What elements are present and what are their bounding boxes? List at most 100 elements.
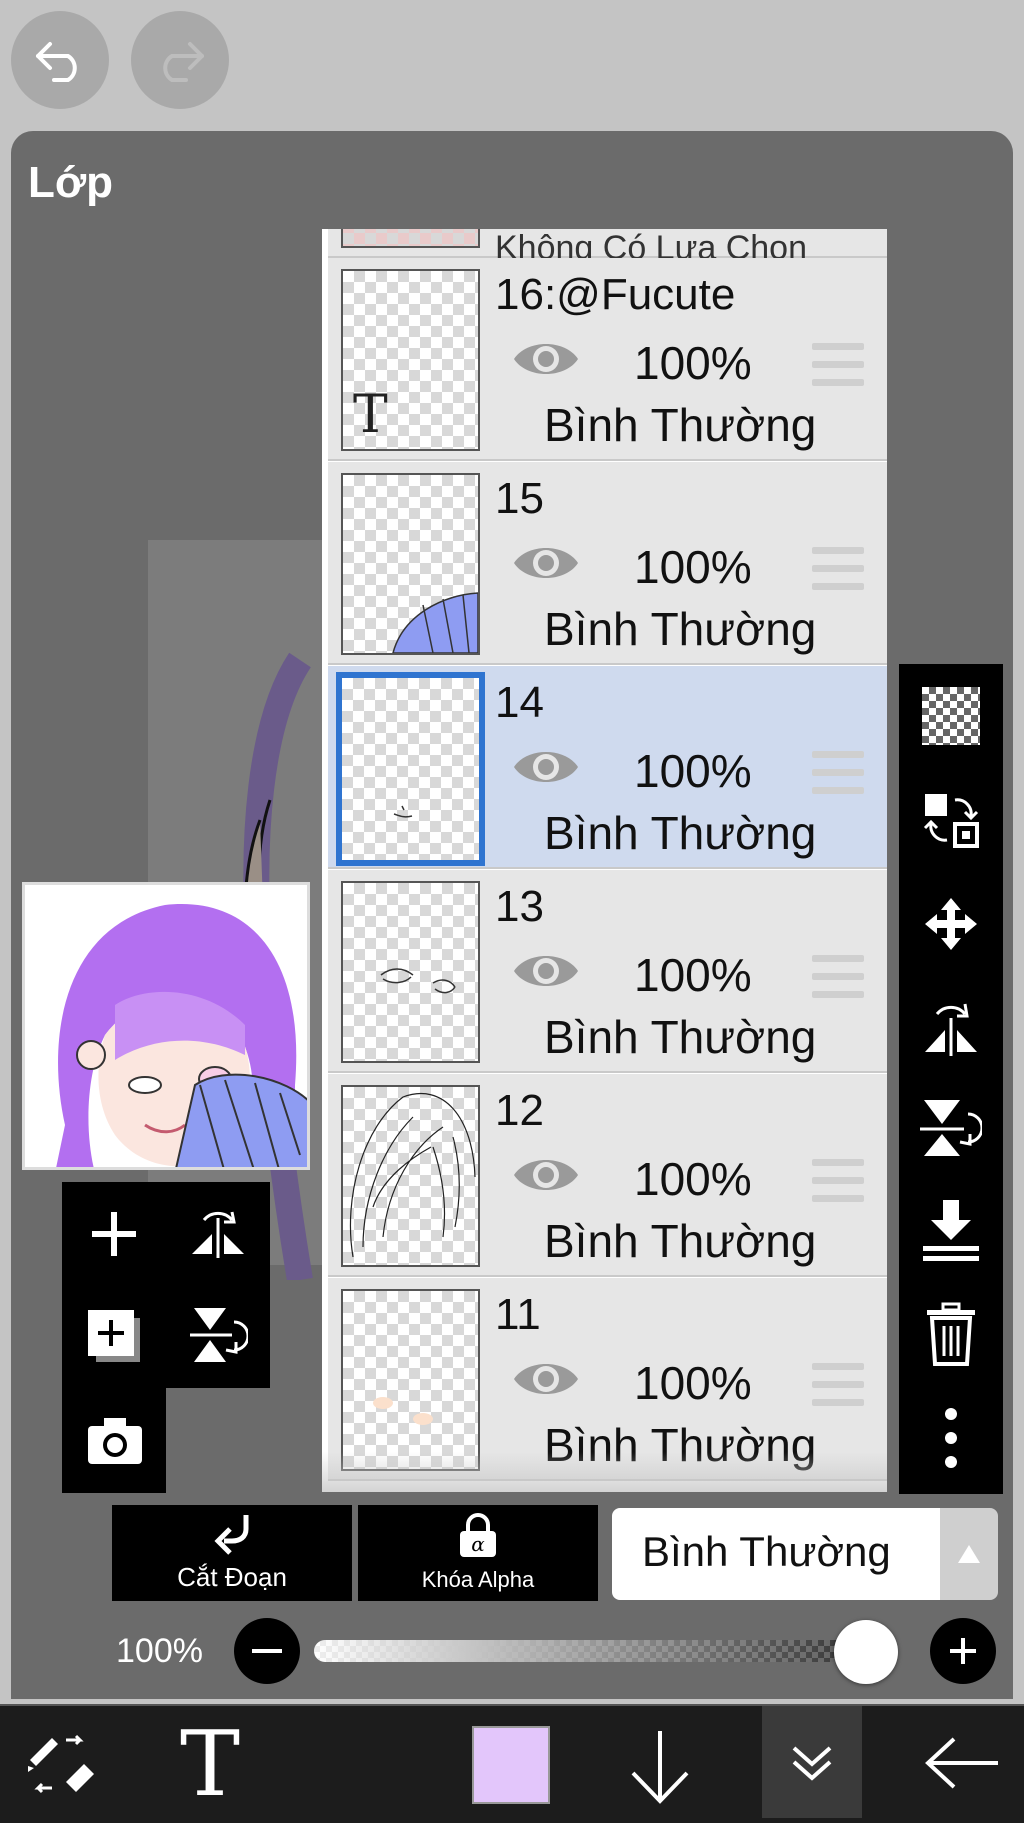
add-layer-copy-button[interactable]: [86, 1308, 144, 1371]
flip-v-button[interactable]: [188, 1304, 250, 1371]
drag-handle-icon[interactable]: [812, 1363, 864, 1417]
layer-opacity: 100%: [634, 1153, 752, 1205]
alpha-lock-label: Khóa Alpha: [421, 1567, 535, 1592]
add-layer-button[interactable]: [88, 1208, 140, 1265]
layer-name: 12: [495, 1086, 544, 1135]
layer-thumbnail: [341, 473, 480, 655]
drag-handle-icon[interactable]: [812, 955, 864, 1009]
layer-name: 15: [495, 474, 544, 523]
flip-v-icon: [190, 1308, 250, 1362]
back-arrow-icon: [925, 1737, 998, 1789]
camera-icon: [88, 1418, 142, 1464]
layer-name: 14: [495, 678, 544, 727]
drag-handle-icon[interactable]: [812, 343, 864, 397]
flip-vertical-button[interactable]: [919, 1096, 983, 1160]
eye-icon: [514, 1160, 578, 1190]
opacity-increase-button[interactable]: [930, 1618, 996, 1684]
back-button[interactable]: [920, 1728, 1004, 1798]
collapse-button[interactable]: [762, 1706, 862, 1818]
layer-name: 13: [495, 882, 544, 931]
visibility-toggle[interactable]: [511, 743, 581, 796]
flip-horizontal-button[interactable]: [919, 994, 983, 1058]
visibility-toggle[interactable]: [511, 1355, 581, 1408]
layer-name: 16:@Fucute: [495, 270, 736, 319]
canvas-preview[interactable]: [22, 882, 310, 1170]
clip-arrow-icon: [214, 1515, 249, 1555]
add-layer-icon: [92, 1212, 136, 1256]
opacity-decrease-button[interactable]: [234, 1618, 300, 1684]
layer-row-15[interactable]: 15 100% Bình Thường: [328, 462, 887, 665]
visibility-toggle[interactable]: [511, 335, 581, 388]
hair-lines-thumbnail: [349, 1092, 476, 1258]
layer-thumbnail: [341, 1289, 480, 1471]
clip-label: Cắt Đoạn: [177, 1562, 287, 1592]
camera-button[interactable]: [86, 1416, 144, 1471]
minus-icon: [252, 1649, 282, 1653]
layer-thumbnail: [341, 1085, 480, 1267]
layer-down-button[interactable]: [620, 1724, 700, 1808]
drag-handle-icon[interactable]: [812, 1159, 864, 1213]
layer-thumbnail: [336, 672, 485, 866]
lock-icon: α: [460, 1513, 496, 1557]
right-toolbar: [899, 664, 1003, 1494]
layer-thumbnail: T: [341, 269, 480, 451]
layer-blend-mode: Bình Thường: [544, 1215, 817, 1267]
merge-down-button[interactable]: [919, 1198, 983, 1262]
layer-opacity: 100%: [634, 337, 752, 389]
fan-sketch-thumbnail: [392, 592, 478, 653]
layer-thumbnail: [341, 881, 480, 1063]
drag-handle-icon[interactable]: [812, 547, 864, 601]
color-swatch-button[interactable]: [472, 1726, 550, 1804]
alpha-lock-button[interactable]: α Khóa Alpha: [358, 1505, 598, 1601]
brush-eraser-icon: [28, 1734, 94, 1794]
move-button[interactable]: [919, 892, 983, 956]
opacity-slider-handle[interactable]: [834, 1620, 898, 1684]
layer-row-14[interactable]: 14 100% Bình Thường: [328, 666, 887, 869]
transparency-button[interactable]: [919, 684, 983, 748]
visibility-toggle[interactable]: [511, 947, 581, 1000]
triangle-up-icon: [958, 1545, 980, 1563]
redo-button[interactable]: [131, 11, 229, 109]
flip-h-button[interactable]: [188, 1204, 248, 1269]
swap-layer-button[interactable]: [919, 788, 983, 852]
delete-layer-button[interactable]: [919, 1302, 983, 1366]
list-fade: [322, 1452, 887, 1492]
layer-row-13[interactable]: 13 100% Bình Thường: [328, 870, 887, 1073]
clip-button[interactable]: Cắt Đoạn: [112, 1505, 352, 1601]
layer-blend-mode: Bình Thường: [544, 399, 817, 451]
redo-arrow-icon: [163, 42, 204, 82]
flip-h-icon: [192, 1211, 244, 1258]
collapse-icon: [792, 1746, 832, 1781]
layer-opacity: 100%: [634, 541, 752, 593]
undo-button[interactable]: [11, 11, 109, 109]
eye-icon: [514, 752, 578, 782]
color-swatch: [472, 1726, 550, 1804]
layer-row-11[interactable]: 11 100% Bình Thường: [328, 1278, 887, 1481]
undo-arrow-icon: [36, 42, 77, 82]
panel-title: Lớp: [28, 158, 114, 207]
layer-row-16fucute[interactable]: T 16:@Fucute 100% Bình Thường: [328, 258, 887, 461]
move-icon: [925, 898, 977, 950]
trash-icon: [927, 1302, 975, 1366]
layer-thumbnail: [341, 229, 480, 248]
merge-down-icon: [923, 1200, 979, 1261]
text-tool-icon: T: [179, 1712, 241, 1817]
visibility-toggle[interactable]: [511, 1151, 581, 1204]
layer-blend-mode: Bình Thường: [544, 1011, 817, 1063]
blend-mode-select[interactable]: Bình Thường: [612, 1508, 940, 1600]
flip-horizontal-icon: [925, 1003, 977, 1056]
brush-eraser-button[interactable]: [20, 1724, 100, 1804]
layer-list[interactable]: Không Có Lựa Chọn T 16:@Fucute 100% Bình Th…: [322, 229, 887, 1492]
layer-row-partial[interactable]: Không Có Lựa Chọn: [328, 229, 887, 267]
text-tool-button[interactable]: T: [170, 1720, 250, 1810]
eye-icon: [514, 956, 578, 986]
stroke-thumbnail: [393, 805, 413, 818]
visibility-toggle[interactable]: [511, 539, 581, 592]
flip-vertical-icon: [920, 1100, 982, 1156]
layer-row-12[interactable]: 12 100% Bình Thường: [328, 1074, 887, 1277]
more-button[interactable]: [919, 1406, 983, 1470]
blend-mode-dropdown[interactable]: [940, 1508, 998, 1600]
drag-handle-icon[interactable]: [812, 751, 864, 805]
layer-opacity: 100%: [634, 1357, 752, 1409]
opacity-slider[interactable]: [314, 1640, 894, 1662]
